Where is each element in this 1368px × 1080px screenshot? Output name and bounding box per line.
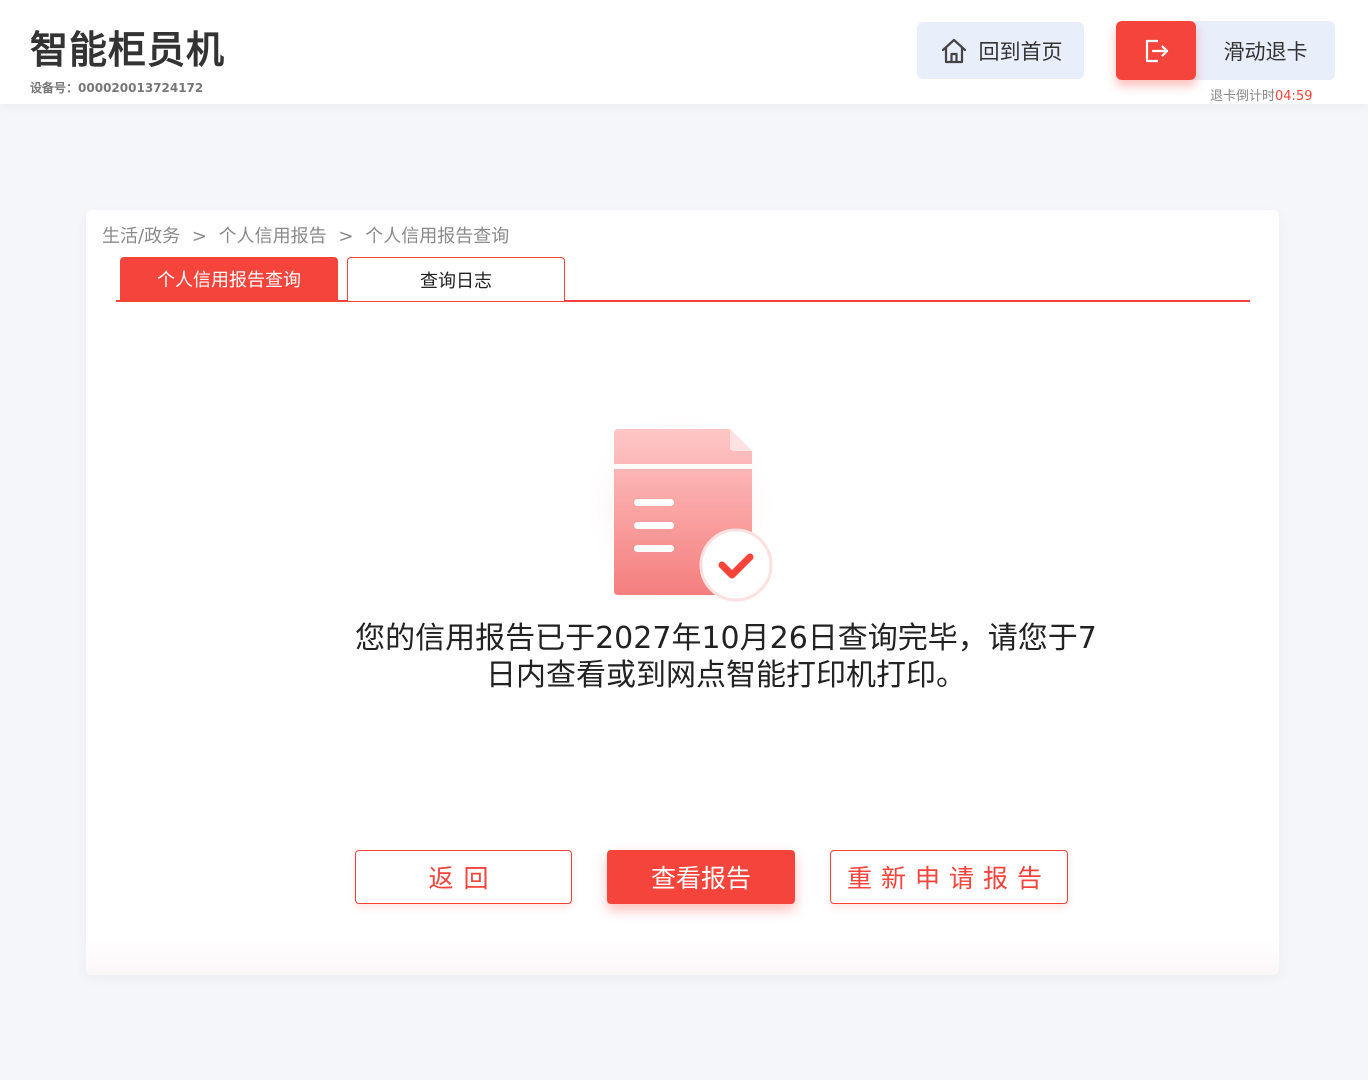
home-button-label: 回到首页	[978, 39, 1063, 64]
breadcrumb-item-credit-report[interactable]: 个人信用报告	[219, 226, 327, 247]
document-check-icon	[586, 415, 776, 602]
main-card: 生活/政务 > 个人信用报告 > 个人信用报告查询 个人信用报告查询 查询日志	[86, 210, 1279, 975]
back-button[interactable]: 返回	[355, 850, 572, 904]
device-id-label: 设备号：	[30, 81, 79, 95]
app-header: 智能柜员机 设备号：000020013724172 回到首页 滑动退卡 退卡倒计…	[0, 0, 1368, 104]
device-id: 设备号：000020013724172	[30, 79, 203, 96]
exit-card-slider[interactable]: 滑动退卡	[1116, 21, 1335, 80]
tab-credit-report-query[interactable]: 个人信用报告查询	[120, 257, 338, 301]
app-title: 智能柜员机	[30, 28, 226, 72]
breadcrumb-separator: >	[191, 226, 207, 247]
view-report-button[interactable]: 查看报告	[607, 850, 795, 904]
exit-slider-handle[interactable]	[1116, 21, 1196, 80]
countdown-time: 04:59	[1275, 89, 1313, 104]
exit-slider-label: 滑动退卡	[1223, 39, 1308, 64]
reapply-report-button[interactable]: 重新申请报告	[830, 850, 1068, 904]
breadcrumb: 生活/政务 > 个人信用报告 > 个人信用报告查询	[102, 222, 509, 248]
exit-card-icon	[1145, 39, 1169, 62]
breadcrumb-separator: >	[338, 226, 354, 247]
exit-countdown: 退卡倒计时04:59	[1210, 85, 1312, 104]
breadcrumb-item-current: 个人信用报告查询	[365, 226, 510, 247]
breadcrumb-item-life-gov[interactable]: 生活/政务	[102, 226, 180, 247]
result-message: 您的信用报告已于2027年10月26日查询完毕，请您于7日内查看或到网点智能打印…	[355, 621, 1097, 693]
countdown-label: 退卡倒计时	[1210, 89, 1276, 104]
home-button[interactable]: 回到首页	[917, 22, 1084, 79]
home-icon	[941, 38, 966, 63]
device-id-value: 000020013724172	[78, 81, 204, 95]
card-bottom-tint	[86, 935, 1279, 975]
tab-query-log[interactable]: 查询日志	[347, 257, 565, 301]
tab-bar: 个人信用报告查询 查询日志	[116, 257, 1250, 302]
